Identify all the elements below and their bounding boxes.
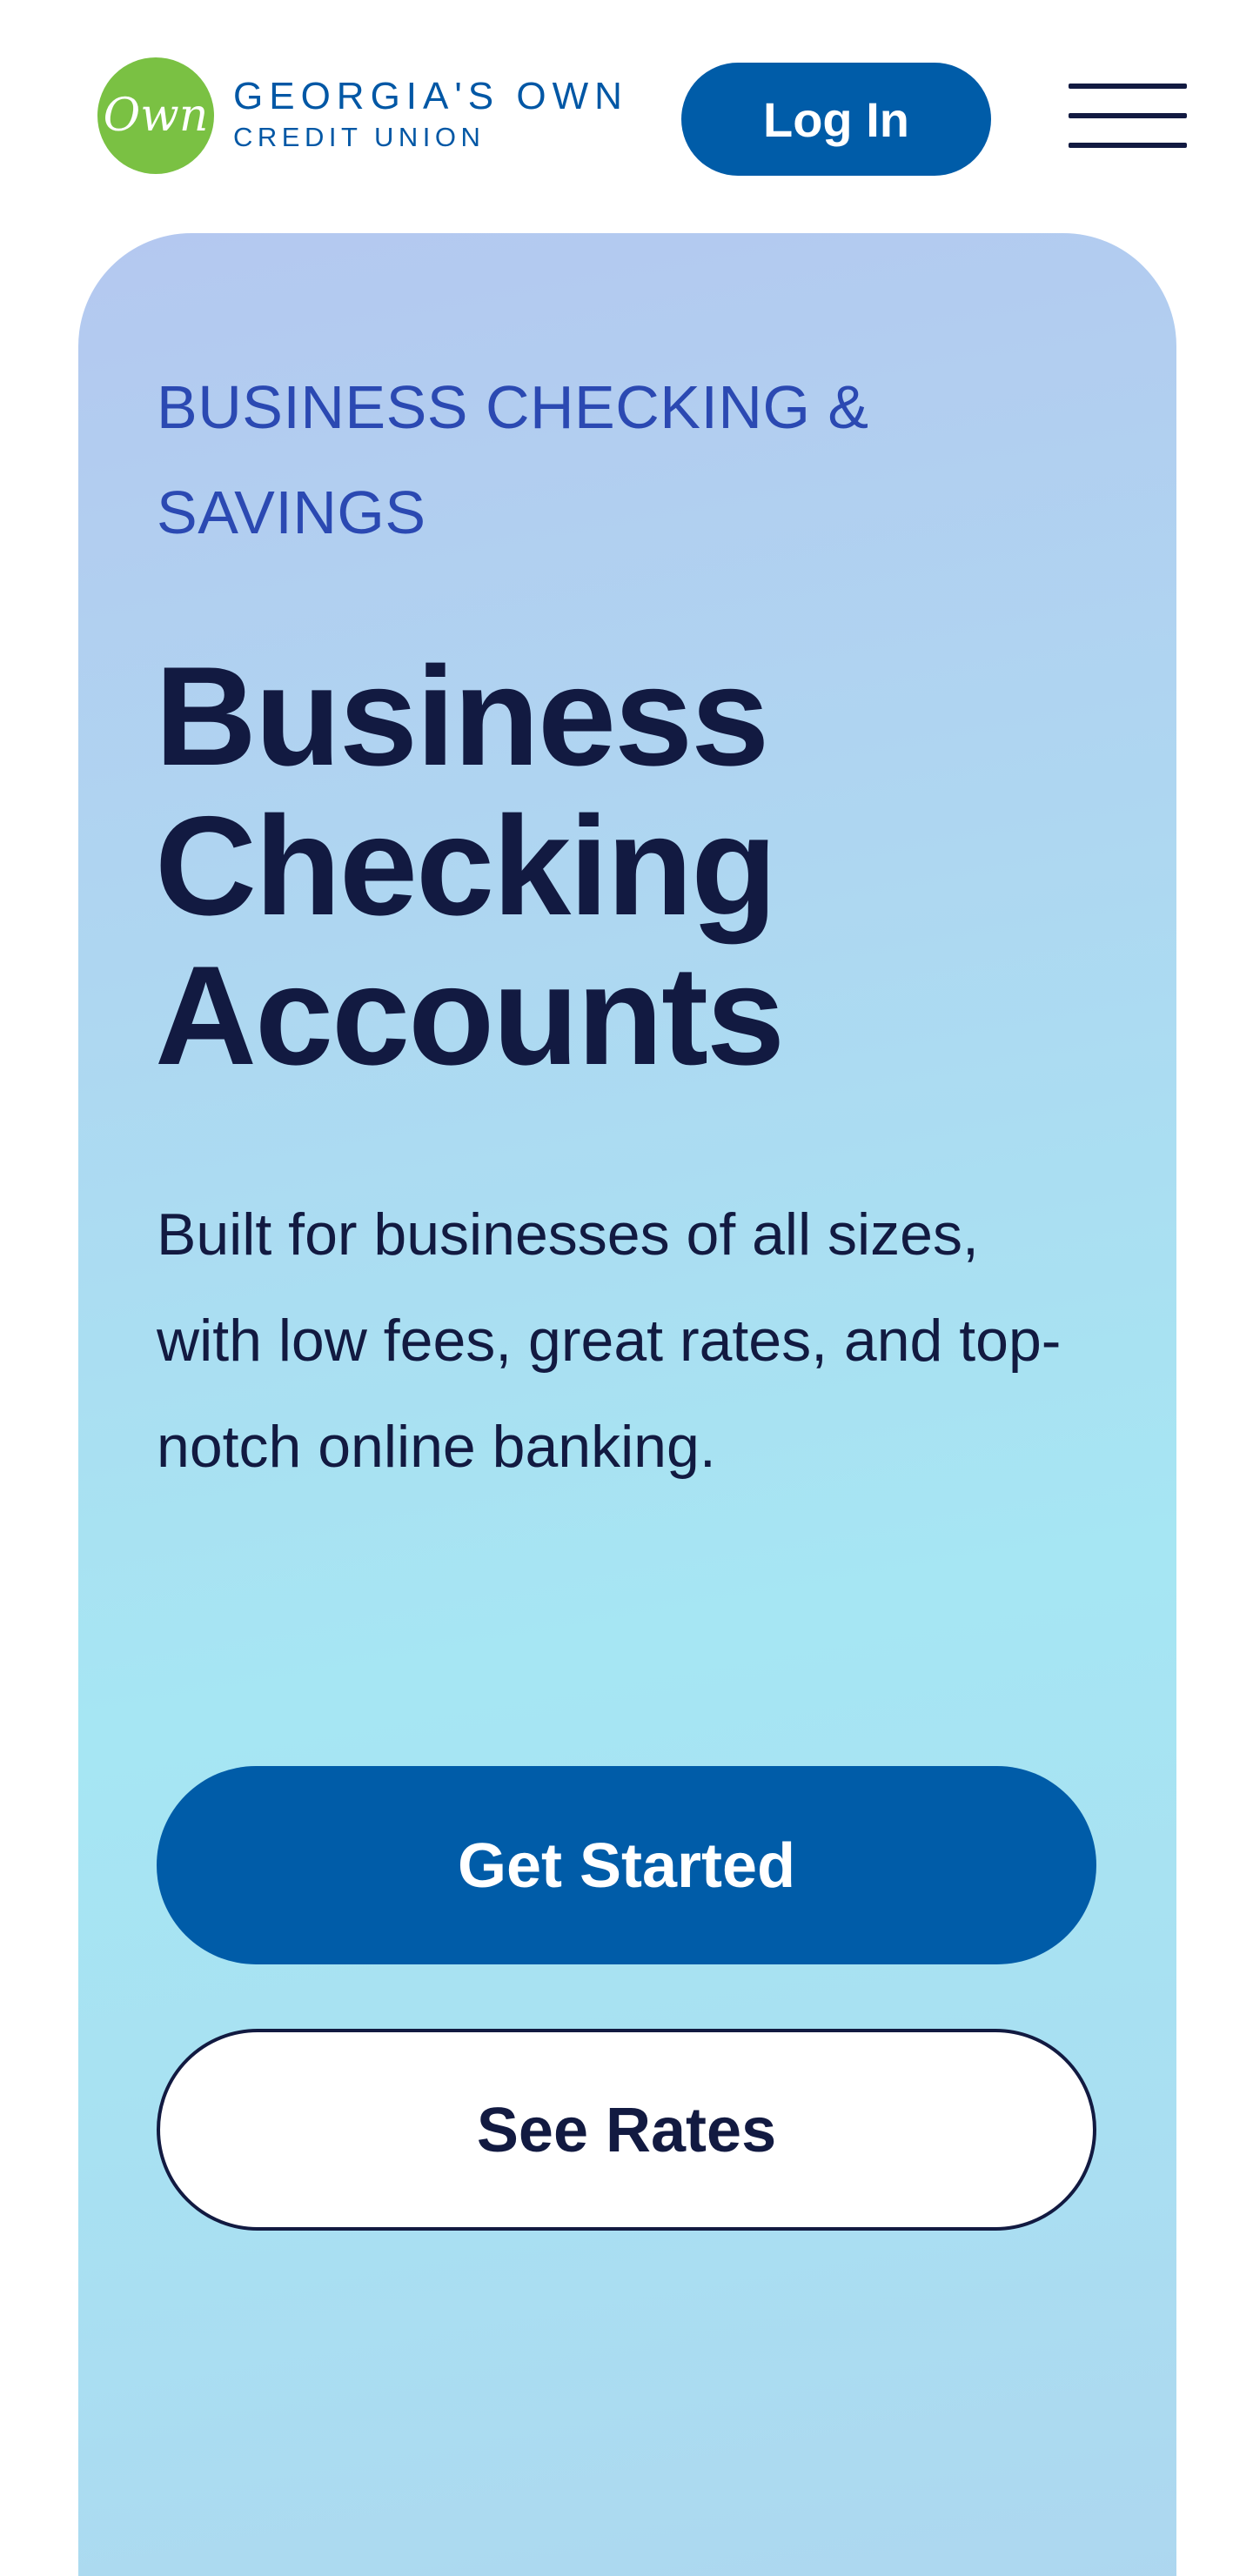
hamburger-menu-icon[interactable] xyxy=(1069,84,1187,150)
menu-bar-top xyxy=(1069,84,1187,89)
page-title-line2: Checking xyxy=(155,787,777,945)
page-title-line3: Accounts xyxy=(155,937,785,1094)
page-title-line1: Business xyxy=(155,638,769,795)
brand-subtitle: CREDIT UNION xyxy=(233,122,486,152)
hero-eyebrow: BUSINESS CHECKING & SAVINGS xyxy=(157,355,1027,565)
see-rates-button[interactable]: See Rates xyxy=(157,2029,1096,2231)
login-button[interactable]: Log In xyxy=(681,63,991,176)
get-started-button[interactable]: Get Started xyxy=(157,1766,1096,1964)
brand-logo[interactable]: Own GEORGIA'S OWN CREDIT UNION xyxy=(96,56,653,177)
page-title: Business Checking Accounts xyxy=(155,642,1112,1091)
hero-eyebrow-line1: BUSINESS CHECKING & xyxy=(157,373,869,441)
page: Own GEORGIA'S OWN CREDIT UNION Log In BU… xyxy=(0,0,1253,2576)
site-header: Own GEORGIA'S OWN CREDIT UNION Log In xyxy=(0,0,1253,233)
menu-bar-bottom xyxy=(1069,143,1187,148)
hero-card: BUSINESS CHECKING & SAVINGS Business Che… xyxy=(78,233,1176,2576)
brand-name: GEORGIA'S OWN xyxy=(233,75,628,117)
own-logo-badge: Own xyxy=(97,57,214,174)
menu-bar-middle xyxy=(1069,113,1187,118)
hero-description: Built for businesses of all sizes, with … xyxy=(157,1201,1062,1480)
logo-badge-text: Own xyxy=(103,90,209,142)
hero-eyebrow-line2: SAVINGS xyxy=(157,478,426,546)
